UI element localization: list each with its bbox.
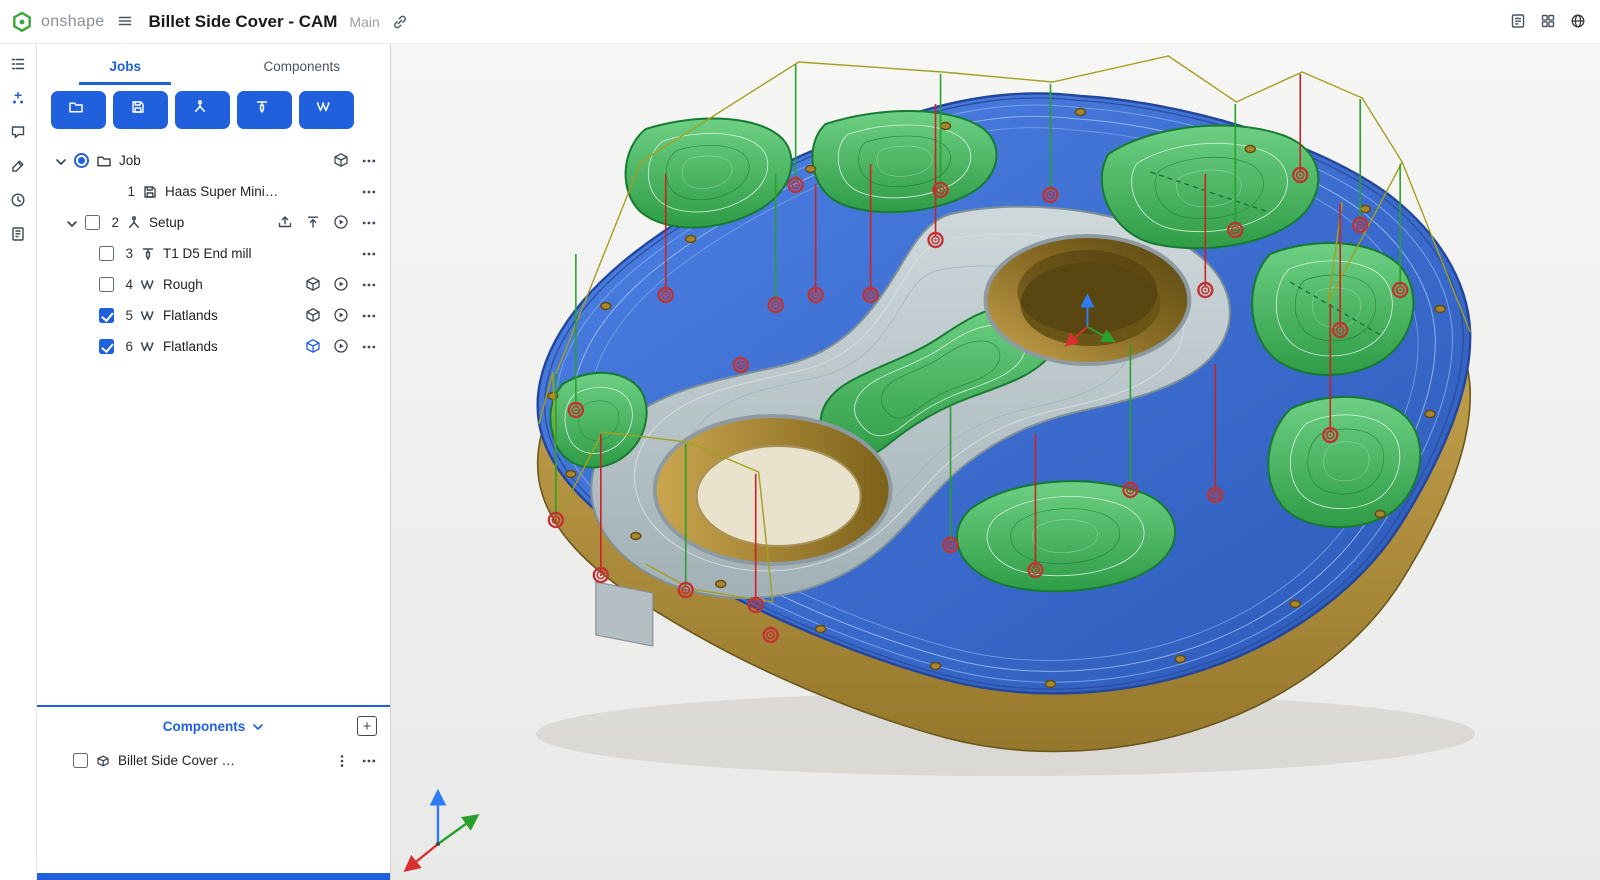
tool-button[interactable] bbox=[237, 91, 292, 129]
viewport-area bbox=[391, 44, 1600, 880]
bore-left bbox=[655, 416, 891, 564]
more-menu-icon[interactable] bbox=[361, 277, 377, 293]
flatlands2-label: Flatlands bbox=[163, 339, 218, 354]
more-menu-icon[interactable] bbox=[361, 215, 377, 231]
component-checkbox[interactable] bbox=[73, 753, 88, 768]
notes-panel-icon[interactable] bbox=[1510, 13, 1528, 31]
rough-checkbox[interactable] bbox=[99, 277, 114, 292]
toolpath-button[interactable] bbox=[299, 91, 354, 129]
flatlands1-label: Flatlands bbox=[163, 308, 218, 323]
cam-3d-viewport[interactable] bbox=[391, 44, 1600, 880]
cam-toolbar bbox=[37, 85, 390, 139]
row-index: 2 bbox=[107, 215, 119, 230]
instance-config-icon[interactable] bbox=[334, 753, 350, 769]
more-menu-icon[interactable] bbox=[361, 246, 377, 262]
part-icon bbox=[95, 753, 111, 769]
measure-add-icon[interactable] bbox=[10, 90, 27, 107]
tree-row-job[interactable]: Job bbox=[37, 145, 390, 176]
panel-tabs: Jobs Components bbox=[37, 44, 390, 85]
components-header-label: Components bbox=[163, 719, 246, 734]
account-icon[interactable] bbox=[1570, 13, 1588, 31]
components-header-toggle[interactable]: Components bbox=[163, 719, 265, 734]
chevron-down-icon[interactable] bbox=[64, 216, 78, 230]
tree-row-flatlands-1[interactable]: 5 Flatlands bbox=[37, 300, 390, 331]
comment-icon[interactable] bbox=[10, 124, 27, 141]
tool-label: T1 D5 End mill bbox=[163, 246, 252, 261]
apps-grid-icon[interactable] bbox=[1540, 13, 1558, 31]
row-index: 4 bbox=[121, 277, 133, 292]
tree-row-setup[interactable]: 2 Setup bbox=[37, 207, 390, 238]
flatlands2-checkbox[interactable] bbox=[99, 339, 114, 354]
feature-list-icon[interactable] bbox=[10, 56, 27, 73]
edit-tools-icon[interactable] bbox=[10, 158, 27, 175]
setup-origin-icon bbox=[126, 215, 142, 231]
toolpath-icon bbox=[140, 308, 156, 324]
chevron-down-icon[interactable] bbox=[53, 154, 67, 168]
row-index: 1 bbox=[123, 184, 135, 199]
row-index: 3 bbox=[121, 246, 133, 261]
job-radio[interactable] bbox=[74, 153, 89, 168]
flatlands1-checkbox[interactable] bbox=[99, 308, 114, 323]
left-icon-rail bbox=[0, 44, 37, 880]
setup-checkbox[interactable] bbox=[85, 215, 100, 230]
more-menu-icon[interactable] bbox=[361, 753, 377, 769]
tool-checkbox[interactable] bbox=[99, 246, 114, 261]
components-header-row: Components + bbox=[37, 707, 390, 745]
menu-icon[interactable] bbox=[117, 13, 135, 31]
onshape-logo[interactable]: onshape bbox=[10, 10, 105, 34]
workspace-label: Main bbox=[349, 14, 379, 30]
machine-label: Haas Super Mini… bbox=[165, 184, 278, 199]
tree-row-machine[interactable]: 1 Haas Super Mini… bbox=[37, 176, 390, 207]
component-row[interactable]: Billet Side Cover … bbox=[37, 745, 390, 776]
cam-panel: Jobs Components Job bbox=[37, 44, 391, 880]
component-label: Billet Side Cover … bbox=[118, 753, 235, 768]
components-section: Components + Billet Side Cover … bbox=[37, 705, 390, 873]
toolpath-icon bbox=[140, 339, 156, 355]
view-cube-icon-active[interactable] bbox=[305, 338, 322, 355]
onshape-logo-icon bbox=[10, 10, 34, 34]
more-menu-icon[interactable] bbox=[361, 184, 377, 200]
job-label: Job bbox=[119, 153, 141, 168]
app-name: onshape bbox=[41, 13, 105, 31]
publish-icon[interactable] bbox=[305, 214, 322, 231]
view-cube-icon[interactable] bbox=[305, 307, 322, 324]
job-folder-button[interactable] bbox=[51, 91, 106, 129]
post-process-icon[interactable] bbox=[277, 214, 294, 231]
tab-components[interactable]: Components bbox=[214, 44, 391, 85]
machine-icon bbox=[142, 184, 158, 200]
simulate-play-icon[interactable] bbox=[333, 276, 350, 293]
row-index: 5 bbox=[121, 308, 133, 323]
jobs-tree: Job 1 Haas Super Mini… bbox=[37, 139, 390, 705]
report-icon[interactable] bbox=[10, 226, 27, 243]
simulate-play-icon[interactable] bbox=[333, 214, 350, 231]
onshape-cam-window: onshape Billet Side Cover - CAM Main Job… bbox=[0, 0, 1600, 880]
probe-button[interactable] bbox=[175, 91, 230, 129]
add-component-button[interactable]: + bbox=[357, 716, 377, 736]
simulate-play-icon[interactable] bbox=[333, 338, 350, 355]
more-menu-icon[interactable] bbox=[361, 153, 377, 169]
tree-row-tool[interactable]: 3 T1 D5 End mill bbox=[37, 238, 390, 269]
panel-scrollbar[interactable] bbox=[37, 873, 390, 880]
link-icon[interactable] bbox=[392, 14, 408, 30]
view-cube-icon[interactable] bbox=[333, 152, 350, 169]
tree-row-flatlands-2[interactable]: 6 Flatlands bbox=[37, 331, 390, 362]
row-index: 6 bbox=[121, 339, 133, 354]
world-origin-triad bbox=[406, 792, 477, 870]
history-icon[interactable] bbox=[10, 192, 27, 209]
toolpath-icon bbox=[140, 277, 156, 293]
document-title: Billet Side Cover - CAM bbox=[149, 12, 338, 32]
rough-label: Rough bbox=[163, 277, 203, 292]
post-save-button[interactable] bbox=[113, 91, 168, 129]
more-menu-icon[interactable] bbox=[361, 308, 377, 324]
view-cube-icon[interactable] bbox=[305, 276, 322, 293]
tree-row-rough[interactable]: 4 Rough bbox=[37, 269, 390, 300]
folder-icon bbox=[96, 153, 112, 169]
tab-jobs[interactable]: Jobs bbox=[37, 44, 214, 85]
more-menu-icon[interactable] bbox=[361, 339, 377, 355]
simulate-play-icon[interactable] bbox=[333, 307, 350, 324]
end-mill-icon bbox=[140, 246, 156, 262]
top-bar: onshape Billet Side Cover - CAM Main bbox=[0, 0, 1600, 44]
setup-label: Setup bbox=[149, 215, 184, 230]
